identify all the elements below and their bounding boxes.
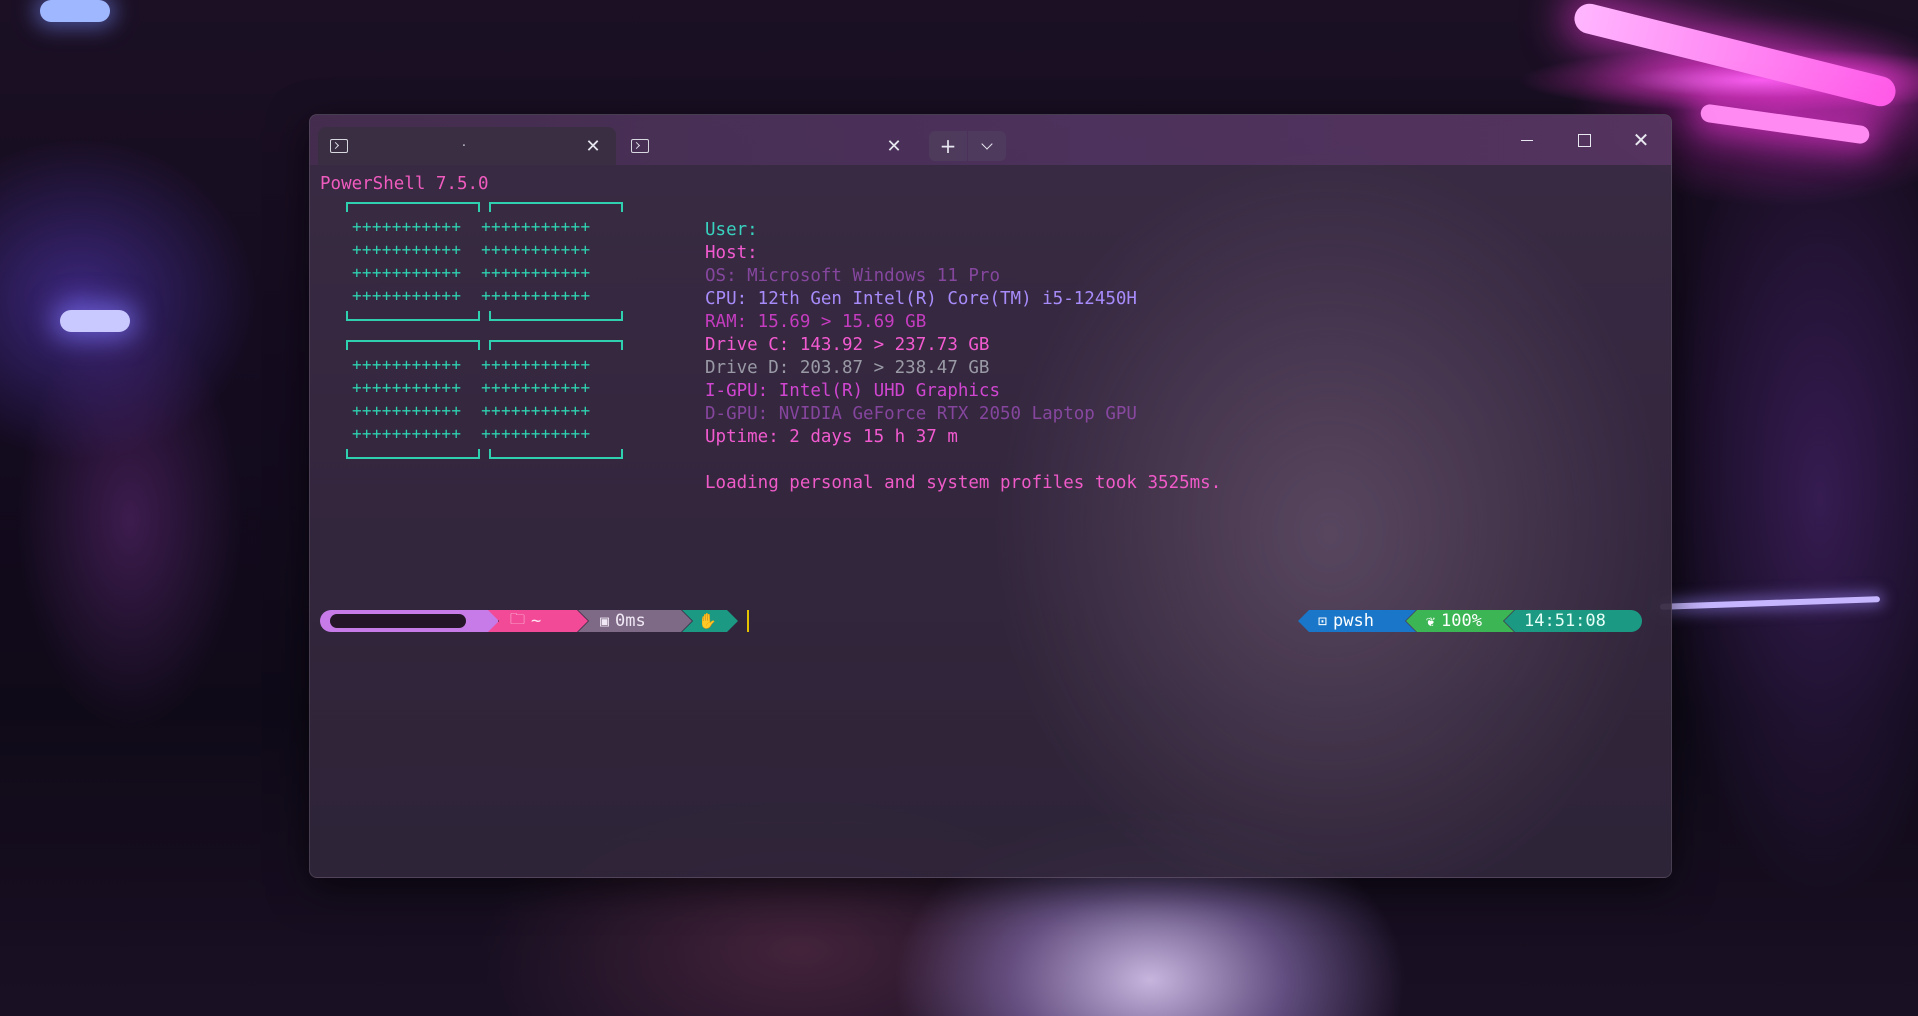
title-bar[interactable]: · ✕ ✕ + ✕ — [310, 115, 1671, 165]
prompt-battery: 100% — [1441, 611, 1482, 631]
neon-light — [40, 0, 110, 22]
art-frame — [489, 202, 623, 212]
info-os: OS: Microsoft Windows 11 Pro — [705, 266, 1001, 286]
neon-light — [1699, 103, 1871, 145]
art-row: +++++++++++ +++++++++++ — [352, 240, 591, 259]
art-row: +++++++++++ +++++++++++ — [352, 378, 591, 397]
art-row: +++++++++++ +++++++++++ — [352, 217, 591, 236]
minimize-icon — [1521, 139, 1533, 141]
prompt-path-segment: 🗀 ~ — [488, 610, 588, 632]
close-tab-icon[interactable]: ✕ — [881, 136, 907, 157]
art-row: +++++++++++ +++++++++++ — [352, 424, 591, 443]
tab-dropdown-button[interactable] — [968, 131, 1006, 161]
maximize-icon — [1577, 133, 1591, 147]
art-frame — [489, 340, 623, 350]
text-cursor — [747, 610, 749, 632]
chevron-down-icon — [981, 138, 993, 150]
prompt-battery-segment: ❦ 100% — [1406, 610, 1514, 632]
prompt-left: 🗀 ~ ▣ 0ms ✋ — [320, 610, 738, 632]
tab-powershell-1[interactable]: · ✕ — [318, 127, 616, 165]
prompt-exec-time: 0ms — [615, 611, 646, 631]
art-frame — [346, 340, 480, 350]
prompt-shell: pwsh — [1333, 611, 1374, 631]
folder-icon: 🗀 — [510, 609, 526, 628]
hand-icon: ✋ — [698, 612, 717, 630]
prompt-right: ⊡ pwsh ❦ 100% 14:51:08 — [1298, 610, 1642, 632]
info-drive-c: Drive C: 143.92 > 237.73 GB — [705, 335, 990, 355]
neon-light — [1659, 596, 1881, 610]
powershell-icon — [631, 139, 649, 153]
prompt-shell-segment: ⊡ pwsh — [1298, 610, 1416, 632]
art-frame — [346, 202, 480, 212]
info-ram: RAM: 15.69 > 15.69 GB — [705, 312, 927, 332]
info-igpu: I-GPU: Intel(R) UHD Graphics — [705, 381, 1001, 401]
prompt-user-segment — [320, 610, 498, 632]
minimize-button[interactable] — [1499, 123, 1555, 157]
info-host: Host: — [705, 243, 758, 263]
close-tab-icon[interactable]: ✕ — [580, 136, 606, 157]
maximize-button[interactable] — [1556, 123, 1612, 157]
info-cpu: CPU: 12th Gen Intel(R) Core(TM) i5-12450… — [705, 289, 1137, 309]
tab-title: · — [461, 138, 467, 154]
art-frame — [489, 311, 623, 321]
powershell-version: PowerShell 7.5.0 — [320, 174, 489, 194]
neon-light — [1571, 0, 1899, 110]
art-frame — [489, 449, 623, 459]
terminal-window: · ✕ ✕ + ✕ PowerShell 7.5.0 +++++++++++ +… — [309, 114, 1672, 878]
tab-powershell-2[interactable]: ✕ — [619, 127, 917, 165]
prompt-clock: 14:51:08 — [1524, 611, 1606, 631]
close-icon: ✕ — [1632, 128, 1650, 152]
prompt-path: ~ — [531, 611, 542, 631]
info-drive-d: Drive D: 203.87 > 238.47 GB — [705, 358, 990, 378]
sprout-icon: ❦ — [1426, 612, 1436, 630]
load-message: Loading personal and system profiles too… — [705, 473, 1222, 493]
terminal-icon: ⊡ — [1318, 612, 1328, 630]
neon-light — [60, 310, 130, 332]
timer-icon: ▣ — [600, 612, 610, 630]
info-user: User: — [705, 220, 758, 240]
art-row: +++++++++++ +++++++++++ — [352, 263, 591, 282]
art-row: +++++++++++ +++++++++++ — [352, 401, 591, 420]
art-frame — [346, 449, 480, 459]
art-row: +++++++++++ +++++++++++ — [352, 286, 591, 305]
prompt-exec-time-segment: ▣ 0ms — [578, 610, 692, 632]
info-uptime: Uptime: 2 days 15 h 37 m — [705, 427, 958, 447]
close-button[interactable]: ✕ — [1613, 123, 1669, 157]
info-dgpu: D-GPU: NVIDIA GeForce RTX 2050 Laptop GP… — [705, 404, 1137, 424]
art-frame — [346, 311, 480, 321]
art-row: +++++++++++ +++++++++++ — [352, 355, 591, 374]
redacted-username — [330, 614, 466, 628]
terminal-content[interactable]: PowerShell 7.5.0 +++++++++++ +++++++++++… — [320, 173, 1661, 877]
powershell-icon — [330, 139, 348, 153]
new-tab-button[interactable]: + — [929, 131, 967, 161]
prompt-clock-segment: 14:51:08 — [1504, 610, 1642, 632]
